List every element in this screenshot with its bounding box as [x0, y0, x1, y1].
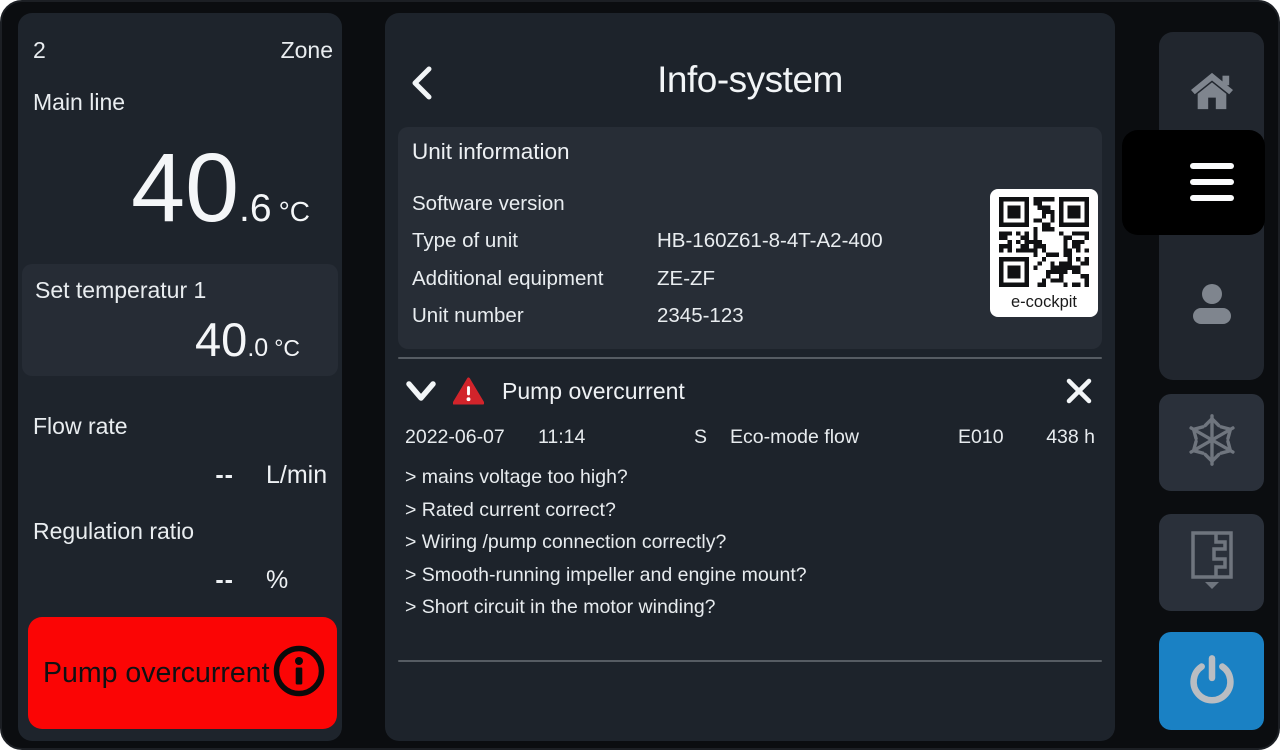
alarm-mode: Eco-mode flow [730, 426, 958, 449]
user-icon [1188, 281, 1236, 332]
main-temp-integer: 40 [131, 137, 239, 239]
alarm-banner-label: Pump overcurrent [43, 657, 273, 690]
alarm-hint: > Short circuit in the motor winding? [405, 591, 1095, 624]
flow-rate-value: -- [33, 461, 234, 490]
alarm-entry-header: Pump overcurrent [405, 364, 1095, 418]
snowflake-icon [1183, 411, 1241, 474]
divider [398, 357, 1102, 359]
device-screen: 2 Zone Main line 40 .6 °C Set temperatur… [0, 0, 1280, 750]
info-row-type-of-unit: Type of unit HB-160Z61-8-4T-A2-400 [412, 223, 972, 261]
sidebar-item-cooling[interactable] [1159, 394, 1264, 491]
flow-rate-unit: L/min [266, 461, 340, 490]
unit-information-title: Unit information [412, 139, 570, 165]
qr-code-box: e-cockpit [990, 189, 1098, 317]
flow-rate-value-row: -- L/min [33, 461, 340, 490]
divider [398, 660, 1102, 662]
alarm-time: 11:14 [538, 426, 694, 449]
set-temp-unit: °C [274, 335, 300, 362]
alarm-hint-list: > mains voltage too high? > Rated curren… [405, 461, 1095, 624]
sidebar-item-home[interactable] [1159, 54, 1264, 130]
info-row-software-version: Software version [412, 185, 972, 223]
row-label: Software version [412, 192, 657, 216]
unit-information-card: Unit information Software version Type o… [398, 127, 1102, 349]
sidebar-item-user[interactable] [1159, 270, 1264, 342]
row-label: Additional equipment [412, 267, 657, 291]
set-temperature-label: Set temperatur 1 [35, 277, 206, 304]
alarm-hint: > Smooth-running impeller and engine mou… [405, 559, 1095, 592]
warning-triangle-icon [453, 377, 484, 405]
menu-icon [1190, 163, 1234, 201]
row-label: Unit number [412, 304, 657, 328]
alarm-hint: > Wiring /pump connection correctly? [405, 526, 1095, 559]
zone-status-panel: 2 Zone Main line 40 .6 °C Set temperatur… [18, 13, 342, 741]
alarm-code-letter: S [694, 426, 730, 449]
row-label: Type of unit [412, 229, 657, 253]
set-temp-fraction: .0 [247, 334, 268, 363]
zone-label: Zone [281, 37, 333, 64]
regulation-ratio-unit: % [266, 566, 340, 595]
alarm-banner[interactable]: Pump overcurrent [28, 617, 337, 729]
close-icon[interactable] [1065, 377, 1093, 405]
flow-rate-label: Flow rate [33, 413, 128, 440]
info-row-unit-number: Unit number 2345-123 [412, 298, 972, 336]
set-temperature-box[interactable]: Set temperatur 1 40 .0 °C [22, 264, 338, 376]
regulation-ratio-value: -- [33, 566, 234, 595]
regulation-ratio-value-row: -- % [33, 566, 340, 595]
main-temp-fraction: .6 [239, 187, 272, 231]
sidebar-item-mold[interactable] [1159, 514, 1264, 611]
main-line-temperature: 40 .6 °C [131, 137, 310, 239]
zone-row: 2 Zone [33, 37, 333, 64]
qr-caption: e-cockpit [1011, 293, 1077, 312]
chevron-down-icon[interactable] [405, 379, 437, 403]
set-temp-integer: 40 [195, 315, 247, 364]
row-value: 2345-123 [657, 304, 972, 328]
sidebar-item-power[interactable] [1159, 632, 1264, 730]
main-line-label: Main line [33, 89, 125, 116]
home-icon [1189, 69, 1235, 116]
page-title: Info-system [385, 59, 1115, 101]
unit-information-rows: Software version Type of unit HB-160Z61-… [412, 185, 972, 335]
set-temperature-value: 40 .0 °C [195, 315, 300, 364]
zone-number: 2 [33, 37, 46, 64]
row-value: HB-160Z61-8-4T-A2-400 [657, 229, 972, 253]
info-row-additional-equipment: Additional equipment ZE-ZF [412, 260, 972, 298]
info-icon[interactable] [273, 645, 325, 702]
main-temp-unit: °C [279, 196, 310, 228]
power-icon [1186, 653, 1238, 710]
sidebar-item-menu[interactable] [1122, 130, 1265, 235]
row-value: ZE-ZF [657, 267, 972, 291]
regulation-ratio-label: Regulation ratio [33, 518, 194, 545]
alarm-entry: Pump overcurrent 2022-06-07 11:14 S Eco-… [405, 364, 1095, 624]
qr-code-image [999, 189, 1089, 292]
alarm-entry-title: Pump overcurrent [502, 378, 685, 405]
alarm-operating-hours: 438 h [1038, 426, 1095, 449]
mold-icon [1187, 529, 1237, 596]
alarm-hint: > Rated current correct? [405, 494, 1095, 527]
alarm-hint: > mains voltage too high? [405, 461, 1095, 494]
alarm-detail-row: 2022-06-07 11:14 S Eco-mode flow E010 43… [405, 426, 1095, 449]
alarm-date: 2022-06-07 [405, 426, 538, 449]
alarm-error-code: E010 [958, 426, 1038, 449]
info-system-panel: Info-system Unit information Software ve… [385, 13, 1115, 741]
